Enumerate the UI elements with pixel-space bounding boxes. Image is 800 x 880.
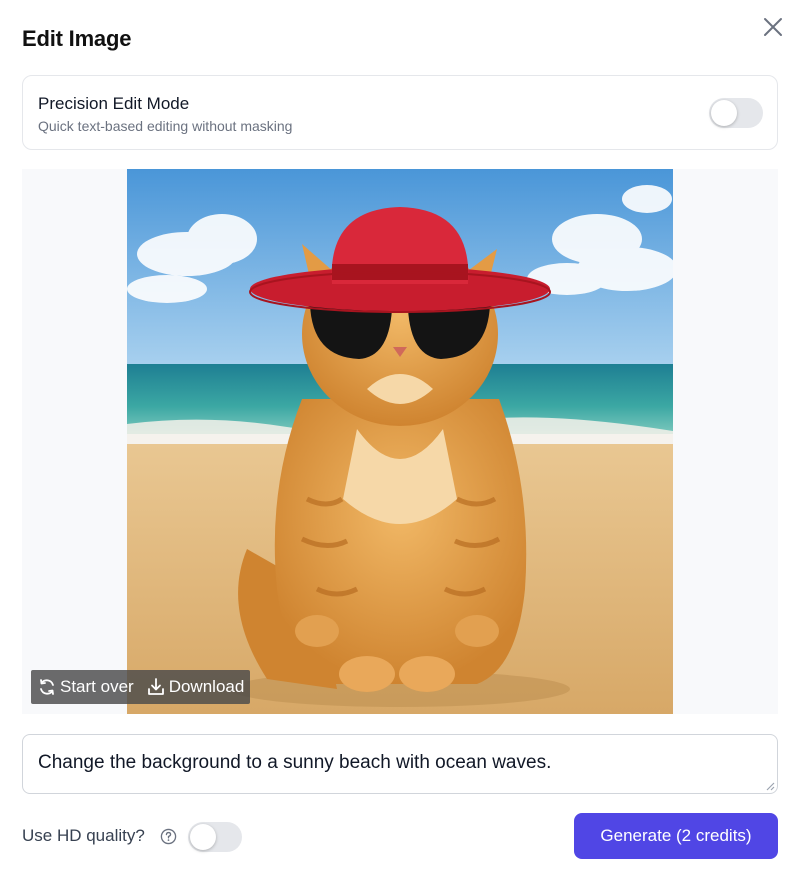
dialog-title: Edit Image: [22, 26, 132, 51]
hd-quality-toggle[interactable]: [188, 822, 242, 852]
image-preview-area: [22, 169, 778, 714]
edited-image: [127, 169, 673, 714]
cat-beach-illustration: [127, 169, 673, 714]
help-circle-icon[interactable]: [160, 828, 177, 845]
toggle-knob: [711, 100, 737, 126]
close-icon: [764, 18, 782, 36]
precision-edit-toggle[interactable]: [709, 98, 763, 128]
download-icon: [147, 678, 164, 695]
edit-prompt-input[interactable]: Change the background to a sunny beach w…: [22, 734, 778, 794]
edit-image-dialog: Edit Image Precision Edit Mode Quick tex…: [0, 0, 800, 880]
hd-quality-label: Use HD quality?: [22, 826, 145, 845]
start-over-label: Start over: [60, 677, 134, 696]
precision-edit-card: Precision Edit Mode Quick text-based edi…: [22, 75, 778, 150]
toggle-knob: [190, 824, 216, 850]
close-button[interactable]: [760, 14, 786, 40]
precision-edit-title: Precision Edit Mode: [38, 94, 190, 113]
start-over-button[interactable]: Start over: [37, 677, 134, 697]
download-label: Download: [168, 677, 245, 696]
precision-edit-description: Quick text-based editing without masking: [38, 118, 293, 134]
refresh-icon: [40, 679, 54, 695]
image-actions-bar: Start over Download: [31, 670, 251, 704]
generate-button[interactable]: Generate (2 credits): [574, 813, 778, 859]
download-button[interactable]: Download: [146, 677, 245, 697]
